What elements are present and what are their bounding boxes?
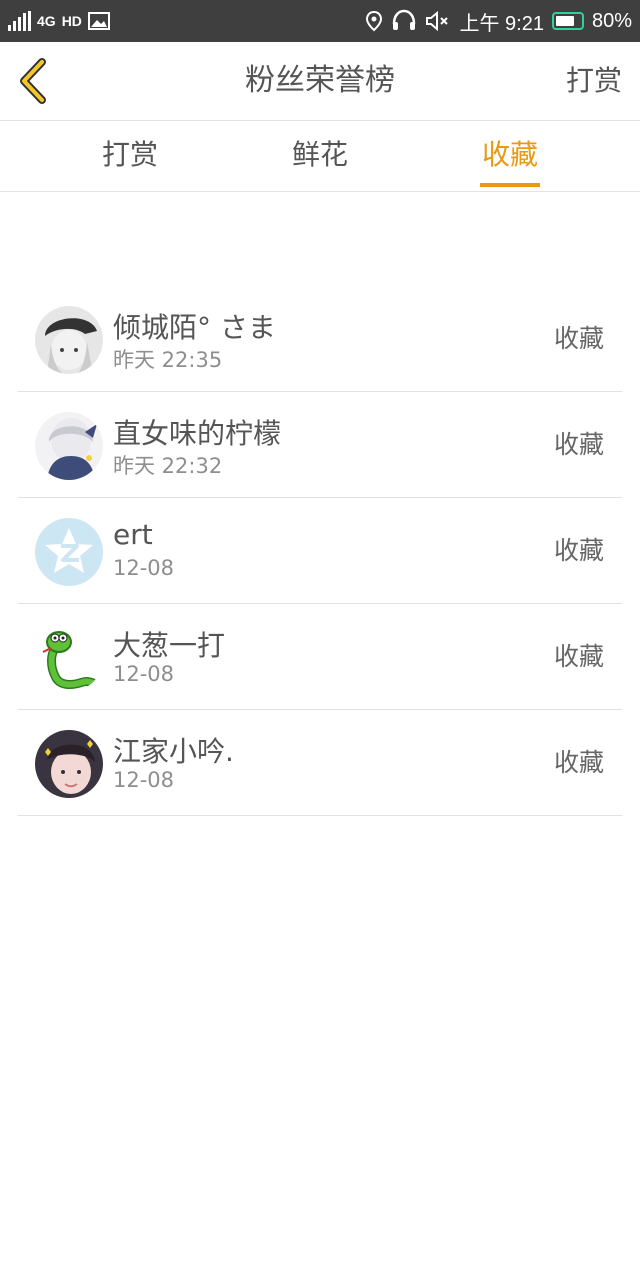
timestamp: 12-08	[113, 662, 175, 686]
list-item[interactable]: 江家小吟. 12-08 收藏	[18, 710, 622, 816]
timestamp: 12-08	[113, 768, 175, 792]
timestamp: 昨天 22:32	[113, 454, 223, 478]
hd-indicator: HD	[61, 13, 82, 29]
list-item[interactable]: 大葱一打 12-08 收藏	[18, 604, 622, 710]
page-title: 粉丝荣誉榜	[245, 63, 395, 98]
tab-reward[interactable]: 打赏	[70, 121, 190, 191]
location-icon	[366, 10, 383, 32]
user-name: 大葱一打	[113, 629, 226, 662]
status-bar: 4G HD 上午 9:21 80%	[0, 0, 640, 42]
headset-icon	[393, 9, 416, 30]
user-name: ert	[113, 518, 153, 551]
image-icon	[87, 12, 110, 30]
nav-bar: 粉丝荣誉榜 打赏	[0, 42, 640, 121]
battery-icon	[551, 12, 584, 30]
tab-label: 鲜花	[291, 138, 348, 171]
battery-percent: 80%	[591, 9, 632, 32]
tab-favorites[interactable]: 收藏	[450, 121, 570, 191]
action-label: 收藏	[553, 748, 604, 777]
avatar	[35, 518, 103, 586]
timestamp: 12-08	[113, 556, 175, 580]
action-label: 收藏	[553, 324, 604, 353]
mute-icon	[426, 10, 449, 32]
avatar	[35, 730, 103, 798]
user-name: 江家小吟.	[113, 735, 234, 768]
list-item[interactable]: 倾城陌° さま 昨天 22:35 收藏	[18, 286, 622, 392]
status-right: 上午 9:21 80%	[365, 0, 632, 42]
tab-bar: 打赏 鲜花 收藏	[0, 121, 640, 192]
user-name: 倾城陌° さま	[113, 311, 276, 344]
timestamp: 昨天 22:35	[113, 348, 223, 372]
clock: 上午 9:21	[459, 12, 544, 35]
user-name: 直女味的柠檬	[113, 417, 282, 450]
active-tab-indicator	[480, 183, 540, 187]
list-item[interactable]: 直女味的柠檬 昨天 22:32 收藏	[18, 392, 622, 498]
avatar	[35, 624, 103, 692]
status-left: 4G HD	[8, 0, 110, 42]
action-label: 收藏	[553, 536, 604, 565]
tab-label: 打赏	[101, 138, 158, 171]
action-label: 收藏	[553, 642, 604, 671]
tab-flowers[interactable]: 鲜花	[260, 121, 380, 191]
avatar	[35, 306, 103, 374]
reward-button[interactable]: 打赏	[566, 42, 622, 120]
signal-icon	[8, 11, 31, 31]
list-item[interactable]: ert 12-08 收藏	[18, 498, 622, 604]
avatar	[35, 412, 103, 480]
network-type: 4G	[37, 13, 56, 29]
fan-list: 倾城陌° さま 昨天 22:35 收藏 直女味的柠檬 昨天 22:32 收藏 e…	[18, 286, 622, 816]
action-label: 收藏	[553, 430, 604, 459]
tab-label: 收藏	[481, 138, 538, 171]
